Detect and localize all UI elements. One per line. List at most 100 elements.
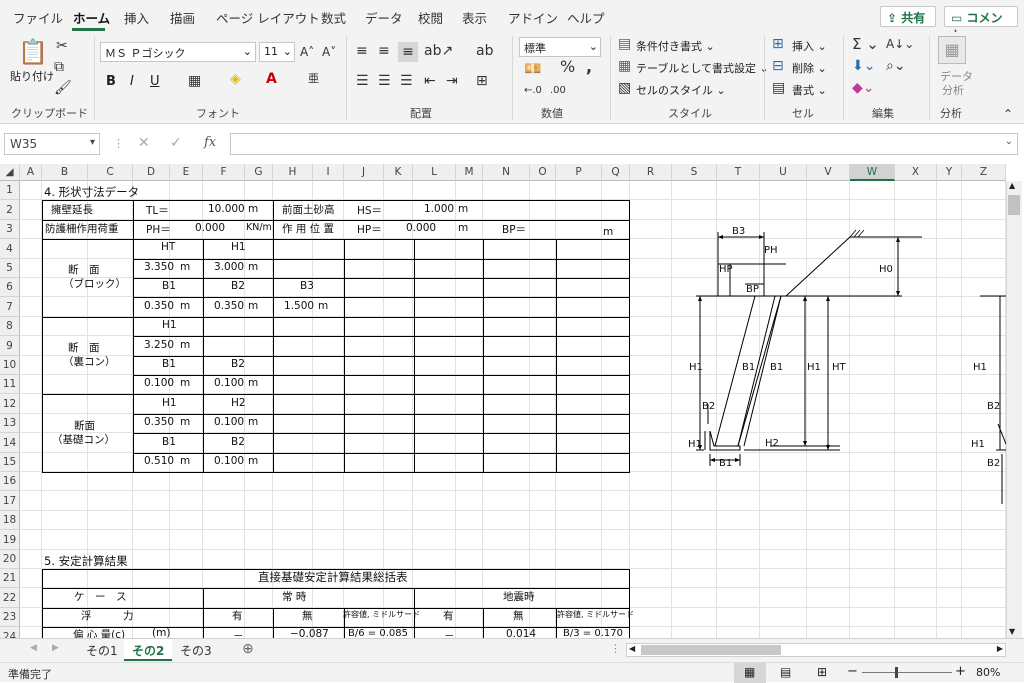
horizontal-scrollbar[interactable]: ◀ ▶ <box>626 643 1006 657</box>
format-painter-icon[interactable]: 🖌 <box>54 81 72 95</box>
column-header-f[interactable]: F <box>203 164 245 181</box>
row-header-21[interactable]: 21 <box>0 569 20 588</box>
column-header-j[interactable]: J <box>344 164 384 181</box>
scroll-left-icon[interactable]: ◀ <box>629 644 635 653</box>
align-top-icon[interactable]: ≡ <box>356 44 368 58</box>
row-header-7[interactable]: 7 <box>0 297 20 317</box>
merge-center-icon[interactable]: ⊞ <box>476 74 488 88</box>
autosum-icon[interactable]: Σ ⌄ <box>852 37 879 52</box>
zoom-in-icon[interactable]: + <box>955 664 966 679</box>
column-header-d[interactable]: D <box>133 164 170 181</box>
column-header-h[interactable]: H <box>273 164 313 181</box>
row-header-8[interactable]: 8 <box>0 317 20 336</box>
column-header-s[interactable]: S <box>672 164 717 181</box>
scroll-down-icon[interactable]: ▼ <box>1009 627 1015 636</box>
next-sheet-icon[interactable]: ▶ <box>52 643 59 653</box>
align-right-icon[interactable]: ☰ <box>400 74 413 88</box>
font-size-dropdown[interactable]: 11 ⌄ <box>259 42 295 62</box>
scroll-right-icon[interactable]: ▶ <box>997 644 1003 653</box>
column-header-n[interactable]: N <box>483 164 530 181</box>
phonetic-icon[interactable]: 亜 <box>308 72 319 86</box>
row-header-5[interactable]: 5 <box>0 259 20 278</box>
row-header-10[interactable]: 10 <box>0 356 20 375</box>
formula-input[interactable]: ⌄ <box>230 133 1018 155</box>
column-header-m[interactable]: M <box>456 164 483 181</box>
analyze-data-icon[interactable]: ▦ <box>938 36 966 64</box>
h-scroll-thumb[interactable] <box>641 645 781 655</box>
decrease-indent-icon[interactable]: ⇤ <box>424 74 436 88</box>
sheet-tab-3[interactable]: その3 <box>172 639 220 661</box>
cell-styles-button[interactable]: セルのスタイル ⌄ <box>636 82 726 98</box>
column-header-p[interactable]: P <box>556 164 602 181</box>
column-header-z[interactable]: Z <box>962 164 1006 181</box>
row-header-20[interactable]: 20 <box>0 550 20 569</box>
column-header-x[interactable]: X <box>895 164 937 181</box>
currency-icon[interactable]: 💴 <box>524 62 541 76</box>
tab-file[interactable]: ファイル <box>13 8 63 27</box>
copy-icon[interactable]: ⧉ <box>54 60 64 74</box>
wrap-text-icon[interactable]: ab <box>476 44 493 58</box>
select-all-corner[interactable]: ◢ <box>0 164 20 181</box>
conditional-format-button[interactable]: 条件付き書式 ⌄ <box>636 38 715 54</box>
comma-icon[interactable]: , <box>586 59 592 75</box>
percent-icon[interactable]: % <box>560 59 575 75</box>
add-sheet-icon[interactable]: ⊕ <box>242 641 254 657</box>
share-button[interactable]: ⇪ 共有 <box>880 6 936 27</box>
column-header-k[interactable]: K <box>384 164 413 181</box>
fill-icon[interactable]: ⬇⌄ <box>852 59 875 73</box>
decrease-font-icon[interactable]: A˅ <box>322 45 336 59</box>
normal-view-button[interactable]: ▦ <box>734 663 766 683</box>
align-center-icon[interactable]: ☰ <box>378 74 391 88</box>
scroll-thumb[interactable] <box>1008 195 1020 215</box>
row-header-12[interactable]: 12 <box>0 394 20 414</box>
tab-home[interactable]: ホーム <box>73 8 110 27</box>
tab-formulas[interactable]: 数式 <box>321 8 346 27</box>
row-header-1[interactable]: 1 <box>0 181 20 200</box>
tab-page-layout[interactable]: ページ レイアウト <box>216 8 320 27</box>
row-header-11[interactable]: 11 <box>0 375 20 394</box>
zoom-slider-thumb[interactable] <box>895 667 898 678</box>
column-header-v[interactable]: V <box>807 164 850 181</box>
vertical-scrollbar[interactable]: ▲ ▼ <box>1006 181 1022 638</box>
delete-cells-button[interactable]: 削除 ⌄ <box>792 60 827 76</box>
cancel-icon[interactable]: ✕ <box>138 135 150 151</box>
find-select-icon[interactable]: ⌕⌄ <box>886 59 906 73</box>
tab-addins[interactable]: アドイン <box>508 8 558 27</box>
more-icon[interactable]: ⋮ <box>113 137 124 150</box>
column-header-a[interactable]: A <box>20 164 42 181</box>
column-header-l[interactable]: L <box>413 164 456 181</box>
zoom-level[interactable]: 80% <box>976 666 1000 679</box>
enter-icon[interactable]: ✓ <box>170 135 182 151</box>
format-cells-button[interactable]: 書式 ⌄ <box>792 82 827 98</box>
sort-filter-icon[interactable]: A↓⌄ <box>886 37 914 51</box>
row-header-3[interactable]: 3 <box>0 220 20 239</box>
collapse-ribbon-icon[interactable]: ⌃ <box>1003 107 1013 121</box>
increase-font-icon[interactable]: A˄ <box>300 45 314 59</box>
zoom-out-icon[interactable]: − <box>847 664 858 679</box>
column-header-q[interactable]: Q <box>602 164 630 181</box>
tab-draw[interactable]: 描画 <box>170 8 195 27</box>
column-header-t[interactable]: T <box>717 164 760 181</box>
row-header-18[interactable]: 18 <box>0 511 20 530</box>
row-header-16[interactable]: 16 <box>0 472 20 491</box>
clear-icon[interactable]: ◆⌄ <box>852 81 875 95</box>
tab-insert[interactable]: 挿入 <box>124 8 149 27</box>
align-left-icon[interactable]: ☰ <box>356 74 369 88</box>
column-header-g[interactable]: G <box>245 164 273 181</box>
scroll-up-icon[interactable]: ▲ <box>1009 181 1015 190</box>
prev-sheet-icon[interactable]: ◀ <box>30 643 37 653</box>
row-header-23[interactable]: 23 <box>0 608 20 627</box>
row-header-2[interactable]: 2 <box>0 200 20 220</box>
increase-decimal-icon[interactable]: ←.0 <box>524 84 542 98</box>
number-format-dropdown[interactable]: 標準 ⌄ <box>519 37 601 57</box>
row-header-9[interactable]: 9 <box>0 336 20 356</box>
row-header-13[interactable]: 13 <box>0 414 20 433</box>
decrease-decimal-icon[interactable]: .00 <box>550 84 566 98</box>
font-color-icon[interactable]: A <box>266 72 277 86</box>
row-header-24[interactable]: 24 <box>0 627 20 638</box>
bold-button[interactable]: B <box>106 74 116 89</box>
page-layout-view-icon[interactable]: ▤ <box>780 665 791 679</box>
italic-button[interactable]: I <box>130 74 134 89</box>
increase-indent-icon[interactable]: ⇥ <box>446 74 458 88</box>
tab-review[interactable]: 校閲 <box>418 8 443 27</box>
